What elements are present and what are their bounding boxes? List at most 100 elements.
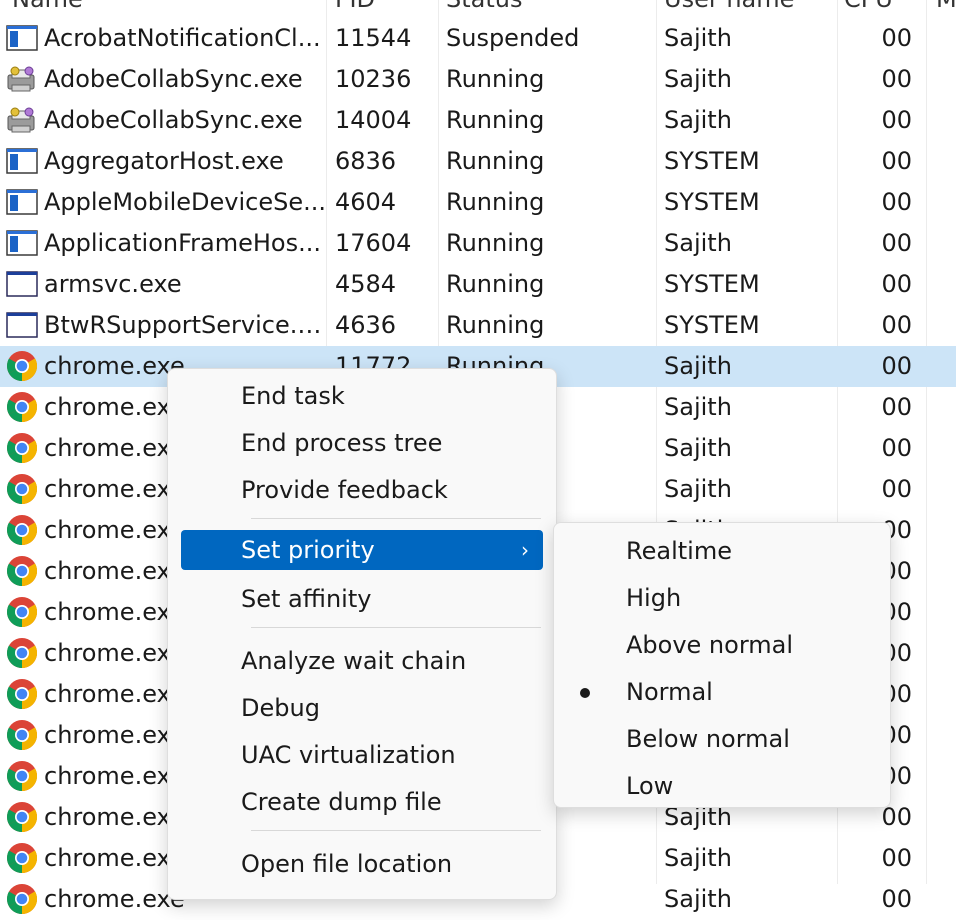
app-window-icon [5,22,39,54]
menu-item-label: End process tree [241,429,443,457]
menu-item-analyze-wait-chain[interactable]: Analyze wait chain [181,641,543,681]
process-name: AppleMobileDeviceSe... [44,188,326,216]
menu-item-label: Create dump file [241,788,442,816]
process-cpu: 00 [881,434,912,462]
process-name: AcrobatNotificationCl... [44,24,321,52]
menu-item-provide-feedback[interactable]: Provide feedback [181,470,543,510]
process-row[interactable]: AcrobatNotificationCl... 11544 Suspended Sa… [0,18,956,59]
process-context-menu: End task End process tree Provide feedba… [167,368,557,900]
process-pid: 4584 [335,270,397,298]
priority-item-normal[interactable]: Normal [562,670,882,714]
process-user: Sajith [664,844,732,872]
chrome-icon [5,883,39,915]
process-status: Running [446,147,545,175]
menu-item-label: Set priority [241,536,375,564]
menu-item-set-affinity[interactable]: Set affinity [181,579,543,619]
priority-item-label: Low [626,772,674,800]
chrome-icon [5,596,39,628]
priority-item-label: Normal [626,678,713,706]
blank-window-icon [5,268,39,300]
process-status: Running [446,229,545,257]
process-cpu: 00 [881,188,912,216]
process-row[interactable]: AggregatorHost.exe 6836 Running SYSTEM 00 [0,141,956,182]
chrome-icon [5,391,39,423]
chrome-icon [5,842,39,874]
blank-window-icon [5,309,39,341]
priority-item-label: Below normal [626,725,790,753]
menu-item-label: Debug [241,694,320,722]
process-name: armsvc.exe [44,270,182,298]
menu-item-open-file-location[interactable]: Open file location [181,844,543,884]
priority-item-low[interactable]: Low [562,764,882,808]
process-status: Running [446,106,545,134]
menu-item-uac-virtualization[interactable]: UAC virtualization [181,735,543,775]
process-name: AggregatorHost.exe [44,147,284,175]
priority-submenu: Realtime High Above normal Normal Below … [553,522,891,808]
process-status: Running [446,65,545,93]
menu-item-label: Open file location [241,850,453,878]
process-user: SYSTEM [664,188,760,216]
column-header-memory[interactable]: M [936,0,956,10]
process-cpu: 00 [881,885,912,913]
process-user: SYSTEM [664,270,760,298]
process-status: Running [446,311,545,339]
menu-item-set-priority[interactable]: Set priority › [181,530,543,570]
process-user: Sajith [664,229,732,257]
priority-item-below-normal[interactable]: Below normal [562,717,882,761]
column-header-user[interactable]: User name [664,0,834,10]
priority-item-label: High [626,584,682,612]
process-user: Sajith [664,24,732,52]
process-pid: 14004 [335,106,412,134]
menu-item-label: Set affinity [241,585,372,613]
process-user: SYSTEM [664,311,760,339]
process-pid: 17604 [335,229,412,257]
process-status: Running [446,270,545,298]
process-cpu: 00 [881,475,912,503]
chrome-icon [5,637,39,669]
priority-item-above-normal[interactable]: Above normal [562,623,882,667]
chrome-icon [5,678,39,710]
chrome-icon [5,473,39,505]
process-row[interactable]: ApplicationFrameHos... 17604 Running Sajith… [0,223,956,264]
process-cpu: 00 [881,147,912,175]
process-cpu: 00 [881,65,912,93]
column-header-status[interactable]: Status [446,0,651,10]
process-row[interactable]: armsvc.exe 4584 Running SYSTEM 00 [0,264,956,305]
chrome-icon [5,801,39,833]
menu-item-end-process-tree[interactable]: End process tree [181,423,543,463]
process-cpu: 00 [881,106,912,134]
priority-item-high[interactable]: High [562,576,882,620]
column-header-name[interactable]: Name [12,0,312,10]
menu-item-end-task[interactable]: End task [181,376,543,416]
menu-item-label: UAC virtualization [241,741,456,769]
process-user: Sajith [664,65,732,93]
chrome-icon [5,719,39,751]
menu-separator [251,627,541,628]
menu-item-debug[interactable]: Debug [181,688,543,728]
process-cpu: 00 [881,393,912,421]
app-window-icon [5,186,39,218]
process-pid: 10236 [335,65,412,93]
column-header-cpu[interactable]: CPU [844,0,924,10]
priority-item-label: Above normal [626,631,794,659]
process-pid: 4636 [335,311,397,339]
chrome-icon [5,432,39,464]
chrome-icon [5,760,39,792]
process-row[interactable]: AdobeCollabSync.exe 10236 Running Sajith 00 [0,59,956,100]
process-row[interactable]: AppleMobileDeviceSe... 4604 Running SYSTEM 0… [0,182,956,223]
process-pid: 11544 [335,24,412,52]
process-user: Sajith [664,106,732,134]
column-header-pid[interactable]: PID [335,0,435,10]
process-row[interactable]: AdobeCollabSync.exe 14004 Running Sajith 00 [0,100,956,141]
process-row[interactable]: BtwRSupportService.e... 4636 Running SYSTEM… [0,305,956,346]
priority-item-label: Realtime [626,537,732,565]
process-name: BtwRSupportService.e... [44,311,326,339]
process-name: ApplicationFrameHos... [44,229,321,257]
process-name: AdobeCollabSync.exe [44,65,303,93]
process-pid: 6836 [335,147,397,175]
priority-item-realtime[interactable]: Realtime [562,529,882,573]
process-cpu: 00 [881,24,912,52]
menu-item-create-dump-file[interactable]: Create dump file [181,782,543,822]
process-user: Sajith [664,352,732,380]
process-user: Sajith [664,475,732,503]
